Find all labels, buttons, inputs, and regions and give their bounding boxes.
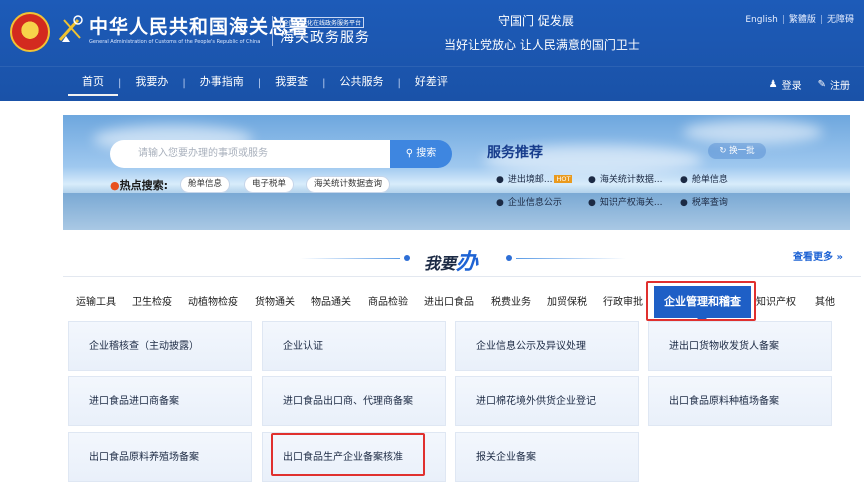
nav-query[interactable]: 我要查 xyxy=(261,70,322,96)
user-icon: ♟ xyxy=(768,79,778,90)
nav-evaluation[interactable]: 好差评 xyxy=(401,70,462,96)
service-item-label: 舱单信息 xyxy=(691,175,728,185)
org-name-en: General Administration of Customs of the… xyxy=(89,39,261,45)
nav-public-service[interactable]: 公共服务 xyxy=(326,70,398,96)
service-card[interactable]: 进口食品进口商备案 xyxy=(68,376,252,426)
service-card[interactable]: 出口食品原料种植场备案 xyxy=(648,376,832,426)
tab-goods-clearance[interactable]: 货物通关 xyxy=(255,293,295,308)
platform-name: 海关政务服务 xyxy=(280,30,370,46)
service-card[interactable]: 企业信息公示及异议处理 xyxy=(455,321,639,371)
see-more-link[interactable]: 查看更多 » xyxy=(793,248,843,263)
cloud-decoration xyxy=(683,120,823,144)
service-card[interactable]: 出口食品原料养殖场备案 xyxy=(68,432,252,482)
header-divider xyxy=(272,16,273,46)
tab-admin-approval[interactable]: 行政审批 xyxy=(603,293,643,308)
tab-transport[interactable]: 运输工具 xyxy=(76,293,116,308)
national-emblem-icon xyxy=(10,12,50,52)
slogan-line-1: 守国门 促发展 xyxy=(498,14,574,28)
tab-bonded-processing[interactable]: 加贸保税 xyxy=(547,293,587,308)
tab-commodity-inspection[interactable]: 商品检验 xyxy=(368,293,408,308)
hot-tag-tax-bill[interactable]: 电子税单 xyxy=(244,176,295,193)
service-item-label: 企业信息公示 xyxy=(507,198,562,208)
tab-articles-clearance[interactable]: 物品通关 xyxy=(311,293,351,308)
tab-food-import-export[interactable]: 进出口食品 xyxy=(424,293,474,308)
refresh-icon: ↻ xyxy=(719,146,727,156)
service-item[interactable]: ● 海关统计数据... xyxy=(588,172,662,185)
service-item[interactable]: ● 进出境邮... HOT xyxy=(496,172,573,185)
highlight-box xyxy=(646,281,756,321)
section-title-emphasis: 办 xyxy=(456,250,479,275)
service-card[interactable]: 进口食品出口商、代理商备案 xyxy=(262,376,446,426)
slogan-line-2: 当好让党放心 让人民满意的国门卫士 xyxy=(444,38,640,52)
section-title-prefix: 我要 xyxy=(424,254,457,273)
nav-home[interactable]: 首页 xyxy=(68,70,118,96)
section-line-right xyxy=(516,258,626,259)
service-item-label: 税率查询 xyxy=(691,198,728,208)
tab-tax-business[interactable]: 税费业务 xyxy=(491,293,531,308)
service-item-label: 进出境邮... xyxy=(507,175,553,185)
link-traditional[interactable]: 繁體版 xyxy=(789,15,816,25)
customs-logo-icon xyxy=(58,15,83,42)
service-card[interactable]: 企业稽核查（主动披露） xyxy=(68,321,252,371)
user-links: ♟ 登录 ✎ 注册 xyxy=(769,77,850,92)
nav-guide[interactable]: 办事指南 xyxy=(186,70,258,96)
login-link[interactable]: 登录 xyxy=(782,77,802,92)
service-item-label: 海关统计数据... xyxy=(599,175,663,185)
hot-tag-manifest[interactable]: 舱单信息 xyxy=(180,176,231,193)
edit-icon: ✎ xyxy=(817,79,826,90)
service-card[interactable]: 企业认证 xyxy=(262,321,446,371)
service-item[interactable]: ● 企业信息公示 xyxy=(496,195,562,208)
search-button[interactable]: ⚲ 搜索 xyxy=(390,140,452,168)
fire-icon: ● xyxy=(110,179,120,192)
service-item[interactable]: ● 舱单信息 xyxy=(680,172,728,185)
org-name[interactable]: 中华人民共和国海关总署 xyxy=(89,12,309,39)
site-header: 中华人民共和国海关总署 General Administration of Cu… xyxy=(0,0,864,101)
service-card[interactable]: 进出口货物收发货人备案 xyxy=(648,321,832,371)
hot-search-text: 热点搜索: xyxy=(119,179,169,192)
search-button-label: 搜索 xyxy=(416,148,437,159)
service-item[interactable]: ● 知识产权海关... xyxy=(588,195,662,208)
search-icon: ⚲ xyxy=(405,148,414,159)
tab-animal-plant-quarantine[interactable]: 动植物检疫 xyxy=(188,293,238,308)
service-item-label: 知识产权海关... xyxy=(599,198,663,208)
sea-decoration xyxy=(63,193,850,230)
top-links: English | 繁體版 | 无障碍 xyxy=(745,12,854,25)
section-line-left xyxy=(300,258,400,259)
search-input[interactable]: 请输入您要办理的事项或服务 xyxy=(110,140,390,168)
hot-search-label: ●热点搜索: xyxy=(110,177,168,193)
register-link[interactable]: 注册 xyxy=(830,77,850,92)
service-item[interactable]: ● 税率查询 xyxy=(680,195,728,208)
refresh-button[interactable]: ↻ 换一批 xyxy=(708,143,766,159)
refresh-label: 换一批 xyxy=(729,146,755,156)
hot-badge: HOT xyxy=(554,175,573,183)
separator: | xyxy=(819,15,823,25)
section-dot xyxy=(404,255,410,261)
nav-handle[interactable]: 我要办 xyxy=(121,70,182,96)
service-recommend-title: 服务推荐 xyxy=(487,145,543,161)
section-dot xyxy=(506,255,512,261)
service-card[interactable]: 进口棉花境外供货企业登记 xyxy=(455,376,639,426)
hot-tag-statistics[interactable]: 海关统计数据查询 xyxy=(306,176,391,193)
tab-health-quarantine[interactable]: 卫生检疫 xyxy=(132,293,172,308)
link-accessibility[interactable]: 无障碍 xyxy=(827,15,854,25)
separator: | xyxy=(781,15,785,25)
tab-other[interactable]: 其他 xyxy=(815,293,835,308)
main-nav: 首页 | 我要办 | 办事指南 | 我要查 | 公共服务 | 好差评 xyxy=(68,70,462,96)
tab-intellectual-property[interactable]: 知识产权 xyxy=(756,293,796,308)
header-divider-line xyxy=(0,66,864,67)
search-banner xyxy=(63,115,850,230)
highlight-box xyxy=(271,433,425,476)
service-card[interactable]: 报关企业备案 xyxy=(455,432,639,482)
link-english[interactable]: English xyxy=(745,15,778,25)
section-title: 我要办 xyxy=(424,244,478,276)
